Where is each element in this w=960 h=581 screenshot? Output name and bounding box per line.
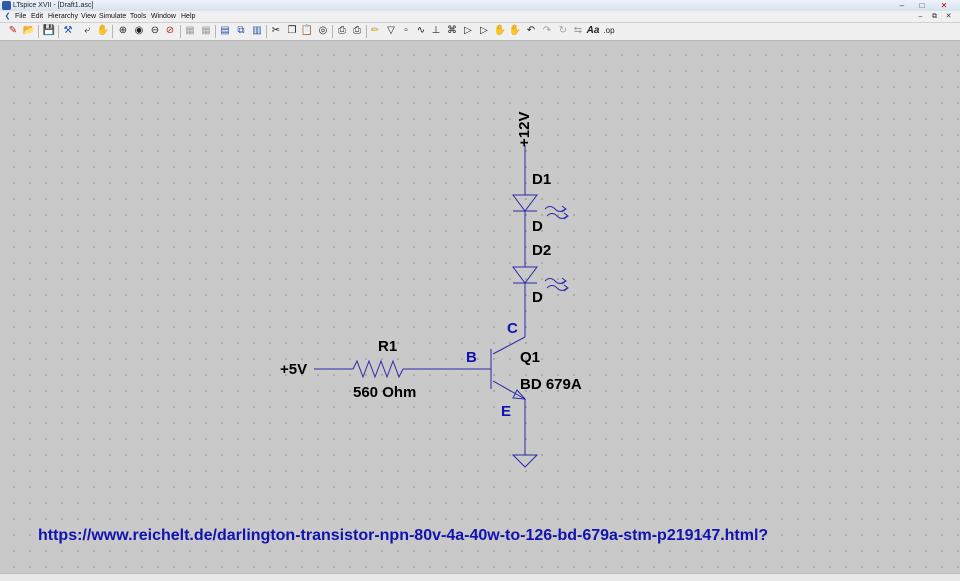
component-icon[interactable]: ▷ — [477, 24, 491, 38]
menu-view[interactable]: View — [81, 11, 96, 22]
redo-icon[interactable]: ↷ — [540, 24, 554, 38]
ground-symbol — [511, 454, 539, 468]
input-voltage-label[interactable]: +5V — [280, 361, 307, 378]
doc-minimize-button[interactable]: – — [916, 12, 925, 21]
toolbar-separator — [366, 25, 367, 38]
zoom-out-icon[interactable]: ⊖ — [148, 24, 162, 38]
toolbar-separator — [332, 25, 333, 38]
menu-tools[interactable]: Tools — [130, 11, 146, 22]
doc-restore-button[interactable]: ⧉ — [930, 12, 939, 21]
zoom-cancel-icon[interactable]: ▦ — [183, 24, 197, 38]
resistor-r1-symbol — [352, 359, 404, 379]
pin-b-label: B — [466, 349, 477, 366]
copy-icon[interactable]: ❐ — [285, 24, 299, 38]
schematic-canvas[interactable]: +12V D1 D D2 D C R1 B Q1 +5V BD 679A 560… — [0, 41, 960, 573]
wire-icon[interactable]: ✏ — [368, 24, 382, 38]
toolbar-separator — [38, 25, 39, 38]
toolbar: ✎ 📂 💾 ⚒ ⤶ ✋ ⊕ ◉ ⊖ ⊘ ▦ ▦ ▤ ⧉ ▥ ✂ ❐ 📋 ◎ ⎙ … — [0, 23, 960, 41]
text-icon[interactable]: Aa — [586, 24, 600, 38]
zoom-fit-icon[interactable]: ⊘ — [163, 24, 177, 38]
mirror-icon[interactable]: ⇆ — [571, 24, 585, 38]
supply-label[interactable]: +12V — [516, 112, 533, 147]
tile-vertical-icon[interactable]: ▥ — [250, 24, 264, 38]
maximize-button[interactable]: □ — [916, 0, 928, 11]
undo-icon[interactable]: ↶ — [524, 24, 538, 38]
r1-value-label[interactable]: 560 Ohm — [353, 384, 416, 401]
toolbar-separator — [112, 25, 113, 38]
tile-horizontal-icon[interactable]: ▤ — [218, 24, 232, 38]
schematic-drawing — [314, 145, 569, 468]
run-icon[interactable]: ⤶ — [80, 24, 94, 38]
drag-icon[interactable]: ✋ — [508, 24, 522, 38]
print-setup-icon[interactable]: ⎙ — [335, 24, 349, 38]
close-button[interactable]: ✕ — [938, 0, 950, 11]
toolbar-separator — [215, 25, 216, 38]
print-icon[interactable]: ⎙ — [350, 24, 364, 38]
paste-icon[interactable]: 📋 — [300, 24, 314, 38]
toolbar-separator — [58, 25, 59, 38]
pin-e-label: E — [501, 403, 512, 420]
pan-icon[interactable]: ◉ — [132, 24, 146, 38]
doc-close-button[interactable]: ✕ — [944, 12, 953, 21]
diode-d1-symbol — [512, 194, 569, 220]
toolbar-separator — [180, 25, 181, 38]
d2-model-label[interactable]: D — [532, 289, 543, 306]
cut-icon[interactable]: ✂ — [269, 24, 283, 38]
halt-icon[interactable]: ✋ — [96, 24, 110, 38]
find-icon[interactable]: ◎ — [316, 24, 330, 38]
move-icon[interactable]: ✋ — [493, 24, 507, 38]
spice-directive-icon[interactable]: .op — [602, 24, 616, 38]
document-menu-icon[interactable]: ❮ — [3, 12, 12, 21]
resistor-icon[interactable]: ∿ — [414, 24, 428, 38]
q1-name-label[interactable]: Q1 — [520, 349, 540, 366]
save-icon[interactable]: 💾 — [42, 24, 56, 38]
annotation-url-text[interactable]: https://www.reichelt.de/darlington-trans… — [38, 527, 768, 545]
inductor-icon[interactable]: ⌘ — [445, 24, 459, 38]
menu-file[interactable]: File — [15, 11, 26, 22]
zoom-in-icon[interactable]: ⊕ — [116, 24, 130, 38]
capacitor-icon[interactable]: ⊥ — [429, 24, 443, 38]
menu-window[interactable]: Window — [151, 11, 176, 22]
new-schematic-icon[interactable]: ✎ — [6, 24, 20, 38]
control-panel-icon[interactable]: ⚒ — [61, 24, 75, 38]
label-net-icon[interactable]: ▫ — [399, 24, 413, 38]
menu-edit[interactable]: Edit — [31, 11, 43, 22]
menu-help[interactable]: Help — [181, 11, 195, 22]
title-bar: LTspice XVII - [Draft1.asc] – □ ✕ — [0, 0, 960, 11]
menu-bar: ❮ File Edit Hierarchy View Simulate Tool… — [0, 11, 960, 23]
r1-name-label[interactable]: R1 — [378, 338, 397, 355]
minimize-button[interactable]: – — [896, 0, 908, 11]
rotate-icon[interactable]: ↻ — [556, 24, 570, 38]
diode-d2-symbol — [512, 266, 569, 292]
menu-hierarchy[interactable]: Hierarchy — [48, 11, 78, 22]
menu-simulate[interactable]: Simulate — [99, 11, 126, 22]
window-title: LTspice XVII - [Draft1.asc] — [13, 2, 94, 9]
autorange-icon[interactable]: ▦ — [199, 24, 213, 38]
d1-model-label[interactable]: D — [532, 218, 543, 235]
d2-name-label[interactable]: D2 — [532, 242, 551, 259]
ground-icon[interactable]: ▽ — [384, 24, 398, 38]
open-icon[interactable]: 📂 — [22, 24, 36, 38]
diode-icon[interactable]: ▷ — [461, 24, 475, 38]
ltspice-app-icon — [2, 1, 11, 10]
toolbar-separator — [266, 25, 267, 38]
cascade-icon[interactable]: ⧉ — [234, 24, 248, 38]
pin-c-label: C — [507, 320, 518, 337]
q1-model-label[interactable]: BD 679A — [520, 376, 582, 393]
d1-name-label[interactable]: D1 — [532, 171, 551, 188]
